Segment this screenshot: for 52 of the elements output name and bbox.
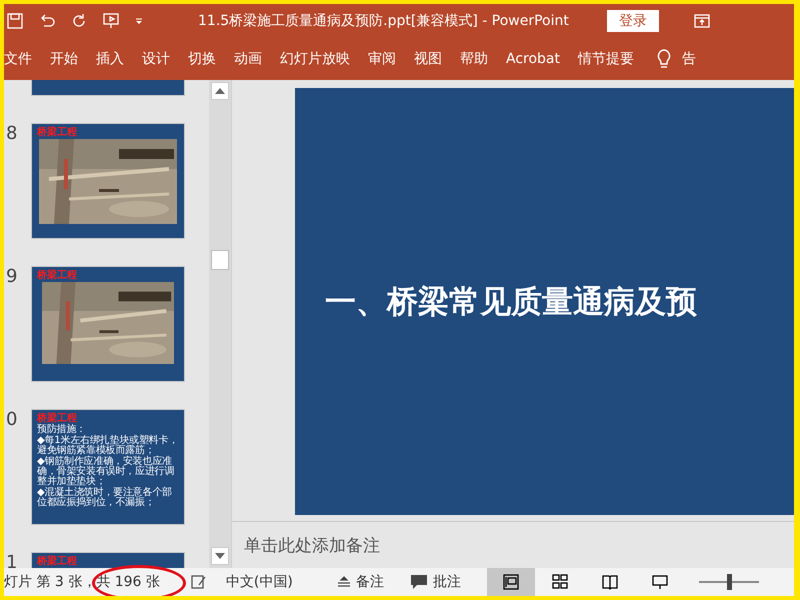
scrollbar-thumb[interactable]: [211, 250, 229, 270]
presentation-icon[interactable]: [102, 12, 120, 30]
thumbnail-text: ◆钢筋制作应准确，安装也应准确，骨架安装有误时，应进行调整并加垫垫块；: [37, 457, 176, 487]
scroll-down-button[interactable]: [211, 547, 229, 565]
caret-icon[interactable]: [134, 16, 144, 26]
thumbnail-text: ◆混凝土浇筑时，要注意各个部位都应振捣到位，不漏振；: [37, 488, 173, 508]
lightbulb-icon[interactable]: [655, 48, 673, 70]
book-icon: [600, 573, 619, 591]
window-title: 11.5桥梁施工质量通病及预防.ppt[兼容模式] - PowerPoint: [198, 12, 569, 30]
thumbnail-text: 预防措施：: [37, 425, 88, 435]
ribbon-tab[interactable]: 设计: [133, 46, 179, 72]
thumbnail-heading: 桥梁工程: [37, 414, 78, 424]
ribbon-tab[interactable]: 切换: [179, 46, 225, 72]
ribbon-display-icon[interactable]: [692, 12, 711, 30]
slide-count: 灯片 第 3 张，共 196 张: [4, 573, 160, 591]
up-arrow-icon: [215, 88, 225, 94]
ribbon-tab[interactable]: 插入: [87, 46, 133, 72]
slide-thumbnail[interactable]: 桥梁工程 预防措施： ◆每1米左右绑扎垫块或塑料卡，避免钢筋紧靠模板而露筋； ◆钢筋制作应准确，安装也应准确，骨架安装有误时，应进行调整并加垫垫块； ◆混凝土浇筑时，要注意各个部位都应振捣到位，不漏振；: [31, 409, 185, 525]
down-arrow-icon: [215, 553, 225, 559]
comments-button[interactable]: 批注: [404, 573, 467, 591]
sign-in-button[interactable]: 登录: [606, 10, 659, 32]
comment-icon: [410, 574, 428, 590]
notes-icon: [336, 576, 351, 588]
ribbon-tab[interactable]: 帮助: [451, 46, 497, 72]
ribbon-tab[interactable]: Acrobat: [497, 47, 569, 71]
language-button[interactable]: 中文(中国): [220, 573, 299, 591]
slide-title: 一、桥梁常见质量通病及预: [325, 282, 697, 322]
thumbnail-heading: 桥梁工程: [37, 557, 78, 567]
thumbnail-text: ◆每1米左右绑扎垫块或塑料卡，避免钢筋紧靠模板而露筋；: [37, 436, 179, 456]
notes-placeholder[interactable]: 单击此处添加备注: [244, 534, 380, 556]
thumbnail-heading: 桥梁工程: [37, 271, 78, 281]
ribbon-tab[interactable]: 情节提要: [569, 46, 643, 72]
spelling-check-icon[interactable]: [190, 573, 208, 591]
tell-me-tab[interactable]: 告: [673, 46, 705, 72]
scroll-up-button[interactable]: [211, 82, 229, 100]
grid-icon: [550, 573, 569, 591]
view-button[interactable]: [486, 568, 535, 596]
projector-icon: [650, 573, 669, 591]
save-icon[interactable]: [6, 12, 24, 30]
slide-number: 8: [6, 123, 18, 144]
slide-number: 9: [6, 266, 18, 287]
thumbnail-heading: 桥梁工程: [37, 128, 78, 138]
ribbon-tab[interactable]: 视图: [405, 46, 451, 72]
slide-number: 0: [6, 409, 18, 430]
ribbon-tab[interactable]: 开始: [41, 46, 87, 72]
normal-view-icon: [502, 573, 520, 591]
ribbon-tab[interactable]: 审阅: [359, 46, 405, 72]
ribbon-tab[interactable]: 文件: [4, 46, 41, 72]
ribbon-tab[interactable]: 动画: [225, 46, 271, 72]
slide-number: 1: [6, 552, 18, 568]
notes-button[interactable]: 备注: [330, 573, 390, 591]
ribbon-tab[interactable]: 幻灯片放映: [271, 46, 359, 72]
